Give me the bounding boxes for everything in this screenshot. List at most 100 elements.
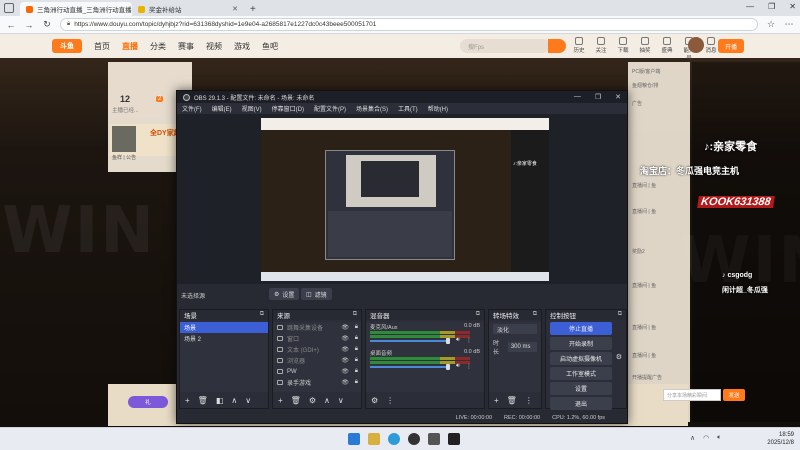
stop-streaming-button[interactable]: 停止直播 [550,322,612,335]
undock-icon[interactable]: ⧉ [618,311,622,318]
undock-icon[interactable]: ⧉ [260,311,264,318]
studio-mode-button[interactable]: 工作室模式 [550,367,612,380]
add-icon[interactable]: + [278,396,283,405]
app-icon[interactable] [448,433,460,445]
follow-icon[interactable]: 关注 [594,37,608,62]
close-window-icon[interactable]: ✕ [615,93,621,101]
add-icon[interactable]: + [185,396,190,405]
fader-handle[interactable] [446,364,450,370]
nav-home[interactable]: 首页 [94,41,110,52]
nav-events[interactable]: 赛事 [178,41,194,52]
up-icon[interactable]: ∧ [231,396,237,405]
menu-tools[interactable]: 工具(T) [398,104,418,113]
search-icon[interactable] [548,39,566,53]
nav-games[interactable]: 游戏 [234,41,250,52]
send-button[interactable]: 发送 [723,389,745,401]
source-item[interactable]: PW 👁︎ 🔒︎ [273,366,361,377]
add-icon[interactable]: + [494,396,499,405]
down-icon[interactable]: ∨ [245,396,251,405]
browser-tab[interactable]: 奖金补给站 ✕ [132,2,244,16]
taskbar-clock[interactable]: 18:59 2025/12/8 [767,431,794,447]
nav-fishbar[interactable]: 鱼吧 [262,41,278,52]
edge-icon[interactable] [388,433,400,445]
gear-icon[interactable]: ⚙ [309,396,316,405]
new-tab-icon[interactable]: + [250,4,256,15]
close-tab-icon[interactable]: ✕ [232,5,238,13]
url-bar[interactable]: 🔒︎ https://www.douyu.com/topic/dyhjbjz?r… [60,18,758,31]
message-icon[interactable]: 消息 [704,37,718,62]
source-item[interactable]: 窗口 👁︎ 🔒︎ [273,333,361,344]
file-explorer-icon[interactable] [368,433,380,445]
douyu-logo[interactable]: 斗鱼 [52,39,82,53]
maximize-icon[interactable]: ❐ [595,93,601,101]
up-icon[interactable]: ∧ [324,396,330,405]
star-icon[interactable]: ☆ [766,19,776,30]
maximize-icon[interactable]: ❐ [768,2,775,11]
trash-icon[interactable]: 🗑︎ [291,396,301,405]
speaker-icon[interactable]: 🔊︎ [456,363,460,370]
kebab-icon[interactable]: ⋮ [386,396,394,405]
undock-icon[interactable]: ⧉ [476,311,480,318]
speaker-icon[interactable]: 🔊︎ [456,337,460,344]
menu-profile[interactable]: 配置文件(P) [314,104,346,113]
wifi-icon[interactable]: ◠ [703,434,709,442]
window-menu-icon[interactable] [4,3,14,13]
gift-button[interactable]: 礼 [128,396,168,408]
trash-icon[interactable]: 🗑︎ [507,396,517,405]
gala-icon[interactable]: 盛典 [660,37,674,62]
refresh-icon[interactable]: ↻ [42,19,52,30]
start-icon[interactable] [348,433,360,445]
kebab-icon[interactable]: ⋮ [466,363,472,370]
download-icon[interactable]: 下载 [616,37,630,62]
source-item[interactable]: 文本 (GDI+) 👁︎ 🔒︎ [273,344,361,355]
obs-app-icon[interactable] [408,433,420,445]
start-live-button[interactable]: 开播 [718,39,744,53]
chevron-up-icon[interactable]: ∧ [690,434,695,442]
history-icon[interactable]: 历史 [572,37,586,62]
advanced-audio-icon[interactable]: ⚙ [371,396,378,405]
undock-icon[interactable]: ⧉ [353,311,357,318]
minimize-icon[interactable]: — [574,93,581,101]
kebab-icon[interactable]: ⋮ [525,396,533,405]
exit-button[interactable]: 退出 [550,397,612,410]
program-preview[interactable]: ♪:亲家零食 [261,118,549,281]
fader-handle[interactable] [446,338,450,344]
transition-select[interactable]: 淡化 [493,324,537,334]
browser-tab-active[interactable]: 三角洲行动直播_三角洲行动直播视 ✕ [20,2,132,16]
minimize-icon[interactable]: — [746,2,754,11]
duration-input[interactable]: 300 ms [507,342,537,352]
menu-docks[interactable]: 停靠窗口(D) [272,104,304,113]
volume-fader[interactable] [370,340,450,342]
nav-live[interactable]: 直播 [122,41,138,52]
menu-edit[interactable]: 编辑(E) [212,104,232,113]
source-item[interactable]: 跳舞采集设备 👁︎ 🔒︎ [273,322,361,333]
gear-icon[interactable]: ⚙ [616,353,622,361]
source-item[interactable]: 浏览器 👁︎ 🔒︎ [273,355,361,366]
volume-icon[interactable]: 🔈︎ [717,434,721,442]
nav-category[interactable]: 分类 [150,41,166,52]
filters-button[interactable]: ◫ 滤镜 [301,288,332,300]
kebab-icon[interactable]: ⋮ [466,337,472,344]
chat-input[interactable]: 分享本场精彩瞬间 [663,389,721,401]
scene-item[interactable]: 场景 [180,322,268,333]
source-item[interactable]: 录手游戏 👁︎ 🔒︎ [273,377,361,388]
trash-icon[interactable]: 🗑︎ [198,396,208,405]
scene-item[interactable]: 场景 2 [180,333,268,344]
virtual-camera-button[interactable]: 启动虚拟摄像机 ⚙ [550,352,622,365]
settings-button[interactable]: 设置 [550,382,612,395]
menu-scene-collection[interactable]: 场景集合(S) [356,104,388,113]
close-window-icon[interactable]: ✕ [789,2,796,11]
forward-icon[interactable]: → [24,20,34,30]
menu-view[interactable]: 视图(V) [242,104,262,113]
menu-help[interactable]: 帮助(H) [428,104,448,113]
site-search-input[interactable]: 搜Fps [460,39,550,53]
user-avatar[interactable] [688,37,704,53]
nav-video[interactable]: 视频 [206,41,222,52]
back-icon[interactable]: ← [6,20,16,30]
down-icon[interactable]: ∨ [338,396,344,405]
more-icon[interactable]: ⋯ [784,19,794,30]
volume-fader[interactable] [370,366,450,368]
lottery-icon[interactable]: 抽奖 [638,37,652,62]
source-settings-button[interactable]: ⚙ 设置 [269,288,300,300]
filter-icon[interactable]: ◧ [216,396,224,405]
